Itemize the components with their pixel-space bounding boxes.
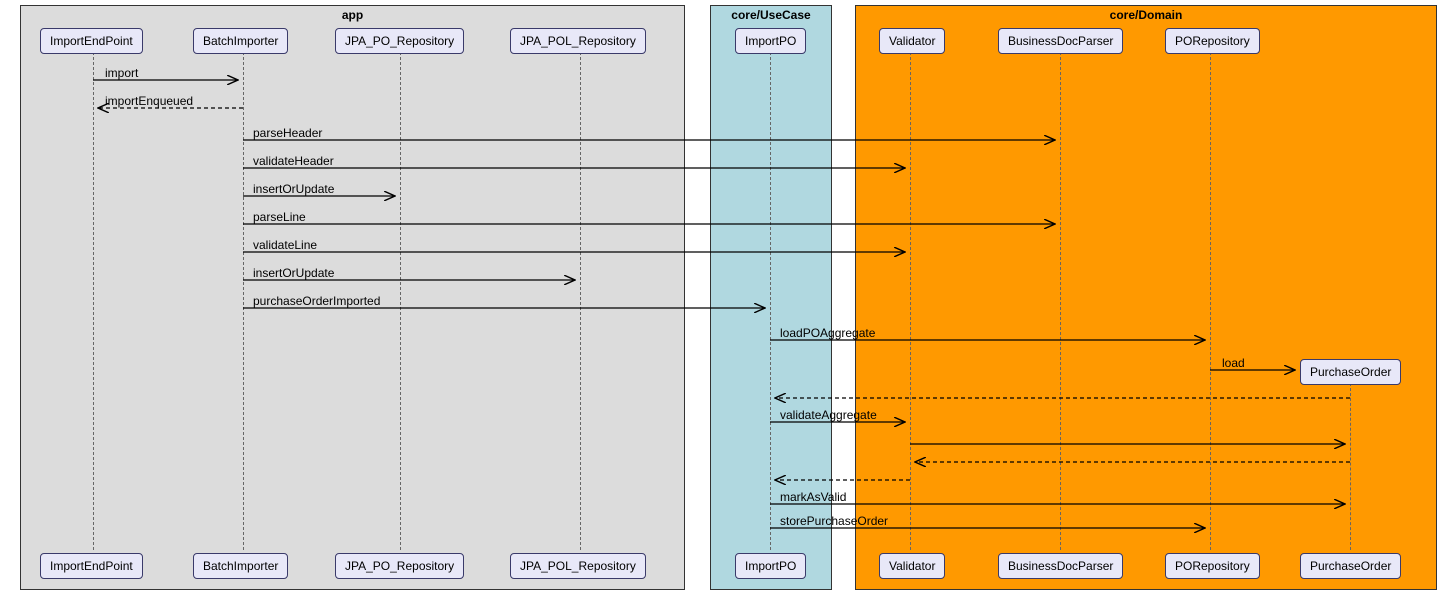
msg-purchaseorderimported: purchaseOrderImported [253, 294, 380, 308]
msg-parseline: parseLine [253, 210, 306, 224]
msg-markasvalid: markAsValid [780, 490, 846, 504]
msg-importenqueued: importEnqueued [105, 94, 193, 108]
msg-insertorupdate-po: insertOrUpdate [253, 182, 334, 196]
arrows-layer [0, 0, 1439, 591]
msg-validateline: validateLine [253, 238, 317, 252]
msg-validateaggregate: validateAggregate [780, 408, 877, 422]
msg-load: load [1222, 356, 1245, 370]
msg-import: import [105, 66, 138, 80]
msg-parseheader: parseHeader [253, 126, 322, 140]
msg-loadpoaggregate: loadPOAggregate [780, 326, 875, 340]
sequence-diagram: app core/UseCase core/Domain ImportEndPo… [0, 0, 1439, 591]
msg-insertorupdate-pol: insertOrUpdate [253, 266, 334, 280]
msg-storepurchaseorder: storePurchaseOrder [780, 514, 888, 528]
msg-validateheader: validateHeader [253, 154, 334, 168]
